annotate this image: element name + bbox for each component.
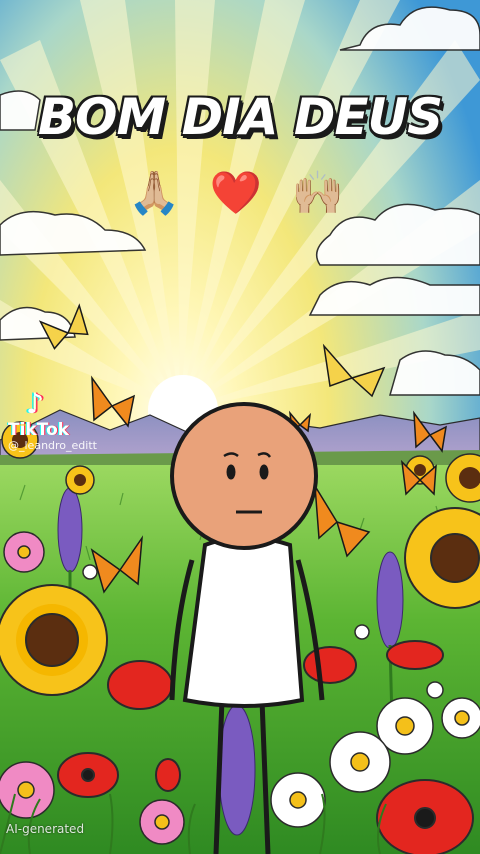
tiktok-brand: TikTok	[8, 420, 70, 440]
praying-hands-icon: 🙏🏼	[128, 168, 189, 217]
raised-hands-icon: 🙌🏼	[291, 168, 352, 217]
tiktok-watermark: ♪ TikTok @_leandro_editt	[8, 387, 97, 453]
emoji-row: 🙏🏼 ❤️ 🙌🏼	[0, 168, 480, 218]
ai-generated-label: AI-generated	[6, 822, 85, 836]
tiktok-note-icon: ♪	[26, 387, 44, 420]
title-text: BOM DIA DEUS	[37, 88, 443, 146]
heart-icon: ❤️	[209, 168, 271, 217]
tiktok-username: @_leandro_editt	[8, 439, 97, 452]
